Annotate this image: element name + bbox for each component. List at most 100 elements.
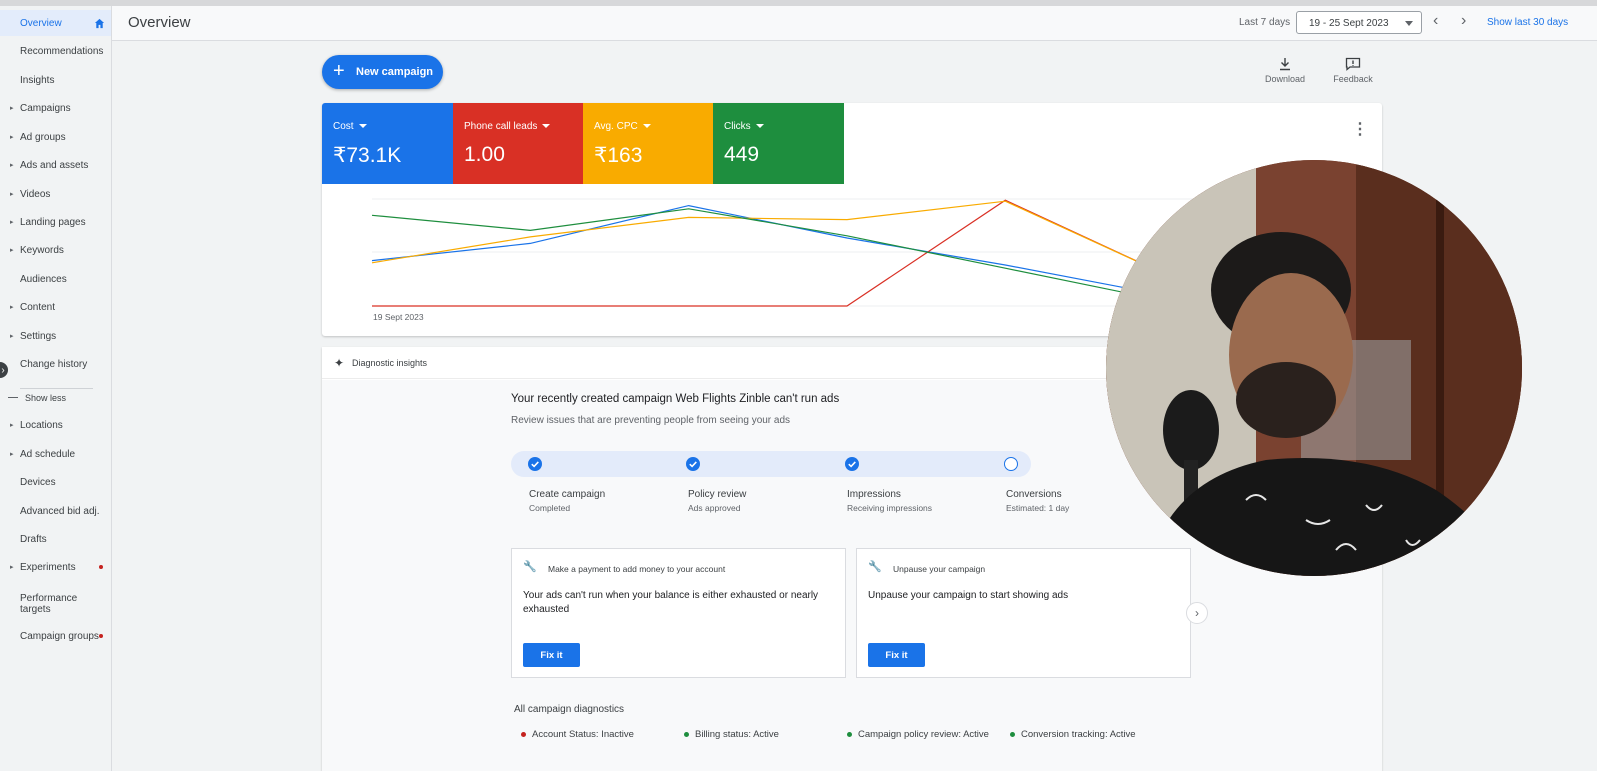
status-text: Account Status: Inactive [532, 729, 634, 740]
alert-dot-icon [99, 565, 103, 569]
feedback-button[interactable]: Feedback [1323, 57, 1383, 84]
sidebar-item-drafts[interactable]: Drafts [0, 526, 111, 552]
recommendation-card-unpause: 🔧 Unpause your campaign Unpause your cam… [856, 548, 1191, 678]
recommendation-card-payment: 🔧 Make a payment to add money to your ac… [511, 548, 846, 678]
sidebar-item-label: Videos [20, 188, 51, 200]
sidebar-item-label: Content [20, 301, 56, 313]
status-text: Conversion tracking: Active [1021, 729, 1136, 740]
sidebar-item-advanced-bid-adj[interactable]: Advanced bid adj. [0, 498, 111, 524]
alert-dot-icon [99, 634, 103, 638]
all-diagnostics-title: All campaign diagnostics [514, 704, 625, 715]
status-policy-review: Campaign policy review: Active [847, 729, 989, 740]
metric-tile-avg-cpc[interactable]: Avg. CPC ₹163 [583, 103, 714, 184]
sidebar-item-landing-pages[interactable]: ▸ Landing pages [0, 209, 111, 235]
sidebar: Overview Recommendations Insights ▸ Campa… [0, 6, 112, 771]
expand-caret-icon: ▸ [10, 422, 14, 429]
download-button[interactable]: Download [1255, 57, 1315, 84]
sidebar-item-label: Ad groups [20, 131, 66, 143]
metric-value: 1.00 [464, 143, 505, 166]
sidebar-item-label: Campaign groups [20, 630, 99, 642]
download-label: Download [1264, 74, 1306, 84]
fix-it-button[interactable]: Fix it [868, 643, 925, 667]
sidebar-item-videos[interactable]: ▸ Videos [0, 181, 111, 207]
sidebar-item-insights[interactable]: Insights [0, 67, 111, 93]
issue-subtitle: Review issues that are preventing people… [511, 415, 791, 426]
check-circle-icon [686, 457, 700, 471]
sidebar-item-audiences[interactable]: Audiences [0, 266, 111, 292]
status-conversion-tracking: Conversion tracking: Active [1010, 729, 1136, 740]
expand-caret-icon: ▸ [10, 304, 14, 311]
metric-name[interactable]: Avg. CPC [594, 121, 651, 132]
expand-caret-icon: ▸ [10, 105, 14, 112]
sidebar-item-ad-groups[interactable]: ▸ Ad groups [0, 124, 111, 150]
plus-icon: + [333, 60, 345, 82]
status-dot-icon [847, 731, 852, 737]
sidebar-item-change-history[interactable]: Change history [0, 351, 111, 377]
status-billing: Billing status: Active [684, 729, 779, 740]
diagnostic-header-title: Diagnostic insights [352, 358, 428, 368]
sidebar-item-label: Audiences [20, 273, 67, 285]
show-less-toggle[interactable]: Show less [0, 385, 111, 411]
sidebar-item-content[interactable]: ▸ Content [0, 294, 111, 320]
next-period-icon[interactable]: › [1461, 12, 1466, 30]
sidebar-item-recommendations[interactable]: Recommendations [0, 38, 111, 64]
home-icon [94, 18, 105, 29]
sidebar-item-label: Experiments [20, 561, 76, 573]
step-name: Impressions [847, 489, 901, 500]
sidebar-item-label: Landing pages [20, 216, 86, 228]
metric-name[interactable]: Cost [333, 121, 367, 132]
sidebar-item-label: Change history [20, 358, 88, 370]
new-campaign-button[interactable]: + New campaign [322, 55, 443, 89]
expand-caret-icon: ▸ [10, 333, 14, 340]
status-text: Campaign policy review: Active [858, 729, 989, 740]
sidebar-item-ads-and-assets[interactable]: ▸ Ads and assets [0, 152, 111, 178]
metric-name[interactable]: Clicks [724, 121, 764, 132]
issue-title: Your recently created campaign Web Fligh… [511, 393, 840, 405]
metric-tile-phone-call-leads[interactable]: Phone call leads 1.00 [453, 103, 584, 184]
sidebar-item-overview[interactable]: Overview [0, 10, 111, 36]
date-range-label: Last 7 days [1239, 17, 1291, 28]
recommendation-body: Your ads can't run when your balance is … [523, 590, 819, 615]
download-icon [1280, 58, 1290, 71]
metric-tile-clicks[interactable]: Clicks 449 [713, 103, 844, 184]
sidebar-item-label: Devices [20, 476, 56, 488]
date-range-select[interactable]: 19 - 25 Sept 2023 [1296, 11, 1422, 34]
metric-value: 449 [724, 143, 760, 166]
expand-caret-icon: ▸ [10, 219, 14, 226]
status-account: Account Status: Inactive [521, 729, 634, 740]
step-status: Completed [529, 503, 571, 513]
sidebar-item-performance-targets[interactable]: Performance targets [0, 589, 111, 619]
sidebar-item-settings[interactable]: ▸ Settings [0, 323, 111, 349]
sidebar-item-label: Keywords [20, 244, 64, 256]
metric-value: ₹73.1K [333, 144, 402, 167]
sidebar-item-label: Locations [20, 419, 63, 431]
sidebar-item-locations[interactable]: ▸ Locations [0, 412, 111, 438]
sidebar-item-campaigns[interactable]: ▸ Campaigns [0, 95, 111, 121]
sidebar-item-label: Insights [20, 74, 55, 86]
fix-it-button[interactable]: Fix it [523, 643, 580, 667]
x-axis-start-label: 19 Sept 2023 [373, 312, 424, 322]
show-last-30-days-link[interactable]: Show last 30 days [1487, 17, 1568, 28]
sidebar-item-label: Advanced bid adj. [20, 505, 100, 517]
sidebar-item-experiments[interactable]: ▸ Experiments [0, 554, 111, 580]
status-dot-icon [684, 731, 689, 737]
metric-tile-cost[interactable]: Cost ₹73.1K [322, 103, 453, 184]
status-dot-icon [521, 731, 526, 737]
sidebar-item-campaign-groups[interactable]: Campaign groups [0, 623, 111, 649]
sidebar-item-label: Ads and assets [20, 159, 89, 171]
metric-name[interactable]: Phone call leads [464, 121, 550, 132]
date-range-value: 19 - 25 Sept 2023 [1309, 18, 1389, 29]
check-circle-icon [528, 457, 542, 471]
previous-period-icon[interactable]: ‹ [1433, 12, 1438, 30]
sidebar-item-label: Recommendations [20, 45, 104, 57]
sidebar-item-keywords[interactable]: ▸ Keywords [0, 237, 111, 263]
sidebar-item-label: Performance targets [20, 593, 78, 615]
page-header: Overview Last 7 days 19 - 25 Sept 2023 ‹… [112, 6, 1597, 41]
expand-caret-icon: ▸ [10, 134, 14, 141]
chevron-right-icon[interactable]: › [1186, 602, 1208, 624]
sidebar-item-ad-schedule[interactable]: ▸ Ad schedule [0, 441, 111, 467]
sidebar-item-devices[interactable]: Devices [0, 469, 111, 495]
more-options-icon[interactable]: ⋮ [1352, 119, 1368, 139]
sidebar-item-label: Overview [20, 17, 62, 29]
sidebar-item-label: Drafts [20, 533, 47, 545]
